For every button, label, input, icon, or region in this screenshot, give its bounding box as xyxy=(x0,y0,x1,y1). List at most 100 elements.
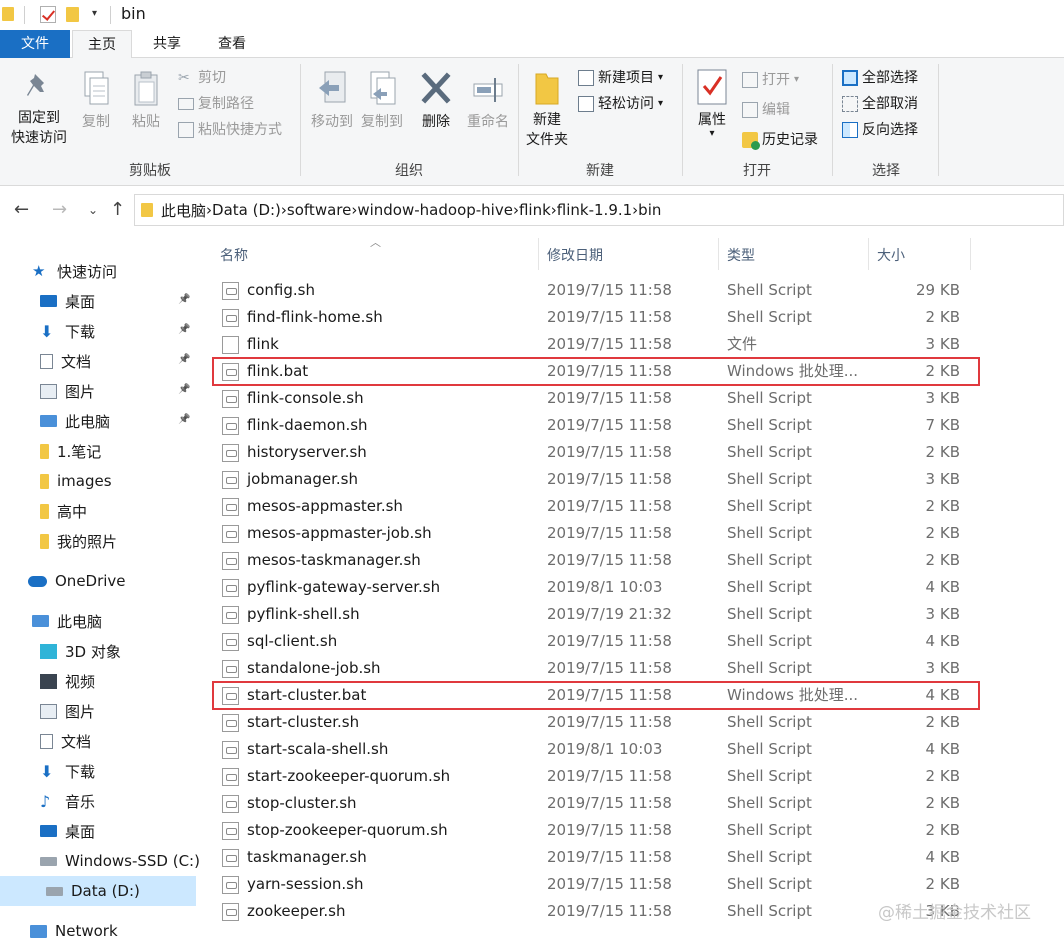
file-name-cell[interactable]: zookeeper.sh xyxy=(222,898,345,925)
file-name-cell[interactable]: mesos-taskmanager.sh xyxy=(222,547,421,574)
sidebar-item[interactable]: 图片 xyxy=(40,696,95,726)
file-row[interactable]: config.sh 2019/7/15 11:58 Shell Script 29 K… xyxy=(200,277,1064,304)
file-row[interactable]: pyflink-gateway-server.sh 2019/8/1 10:03 S… xyxy=(200,574,1064,601)
file-name-cell[interactable]: stop-cluster.sh xyxy=(222,790,357,817)
breadcrumb-item[interactable]: bin xyxy=(638,201,661,219)
recent-locations-chevron-icon[interactable]: ⌄ xyxy=(88,203,98,217)
sidebar-item[interactable]: OneDrive xyxy=(28,566,126,596)
sidebar-item[interactable]: ★ 快速访问 xyxy=(32,256,117,286)
file-name-cell[interactable]: config.sh xyxy=(222,277,315,304)
file-row[interactable]: flink-console.sh 2019/7/15 11:58 Shell Scr… xyxy=(200,385,1064,412)
properties-check-icon[interactable] xyxy=(40,6,56,23)
file-name-cell[interactable]: stop-zookeeper-quorum.sh xyxy=(222,817,448,844)
column-divider[interactable] xyxy=(538,238,539,270)
file-name-cell[interactable]: pyflink-gateway-server.sh xyxy=(222,574,440,601)
breadcrumb-item[interactable]: 此电脑 xyxy=(161,200,206,221)
file-name-cell[interactable]: sql-client.sh xyxy=(222,628,337,655)
paste-button[interactable]: 粘贴 xyxy=(126,70,166,132)
breadcrumb-item[interactable]: Data (D:) xyxy=(212,201,281,219)
file-row[interactable]: mesos-appmaster.sh 2019/7/15 11:58 Shell S… xyxy=(200,493,1064,520)
select-none-button[interactable]: 全部取消 xyxy=(842,94,918,114)
properties-button[interactable]: 属性 ▾ xyxy=(690,68,734,139)
column-divider[interactable] xyxy=(970,238,971,270)
tab-share[interactable]: 共享 xyxy=(138,30,196,58)
file-name-cell[interactable]: flink-console.sh xyxy=(222,385,364,412)
sidebar-item[interactable]: 此电脑 xyxy=(40,406,110,436)
sidebar-item[interactable]: 高中 xyxy=(40,496,87,526)
back-arrow-icon[interactable]: ← xyxy=(14,199,29,220)
sidebar-item[interactable]: Data (D:) xyxy=(0,876,196,906)
file-row[interactable]: find-flink-home.sh 2019/7/15 11:58 Shell S… xyxy=(200,304,1064,331)
file-row[interactable]: sql-client.sh 2019/7/15 11:58 Shell Script… xyxy=(200,628,1064,655)
file-row[interactable]: jobmanager.sh 2019/7/15 11:58 Shell Script… xyxy=(200,466,1064,493)
sidebar-item[interactable]: Windows-SSD (C:) xyxy=(40,846,200,876)
sidebar-item[interactable]: images xyxy=(40,466,112,496)
file-row[interactable]: pyflink-shell.sh 2019/7/19 21:32 Shell Scr… xyxy=(200,601,1064,628)
sidebar-item[interactable]: 桌面 xyxy=(40,816,95,846)
sidebar-item[interactable]: 图片 xyxy=(40,376,95,406)
column-header-date[interactable]: 修改日期 xyxy=(547,240,603,272)
file-name-cell[interactable]: start-cluster.sh xyxy=(222,709,359,736)
file-name-cell[interactable]: taskmanager.sh xyxy=(222,844,367,871)
file-row[interactable]: flink 2019/7/15 11:58 文件 3 KB xyxy=(200,331,1064,358)
sidebar-item[interactable]: ♪ 音乐 xyxy=(40,786,95,816)
file-name-cell[interactable]: yarn-session.sh xyxy=(222,871,364,898)
sidebar-item[interactable]: ⬇ 下载 xyxy=(40,316,95,346)
sidebar-item[interactable]: 1.笔记 xyxy=(40,436,101,466)
breadcrumb-item[interactable]: flink xyxy=(519,201,551,219)
column-header-size[interactable]: 大小 xyxy=(877,240,905,272)
copy-path-button[interactable]: 复制路径 xyxy=(178,94,254,114)
address-bar[interactable]: 此电脑 › Data (D:) › software › window-hadoop-hiv… xyxy=(134,194,1064,226)
tab-file[interactable]: 文件 xyxy=(0,30,70,58)
paste-shortcut-button[interactable]: 粘贴快捷方式 xyxy=(178,120,282,140)
sidebar-item[interactable]: 此电脑 xyxy=(32,606,102,636)
delete-button[interactable]: 删除 xyxy=(414,70,458,132)
sidebar-item[interactable]: 文档 xyxy=(40,726,91,756)
history-button[interactable]: 历史记录 xyxy=(742,130,818,150)
sidebar-item[interactable]: 我的照片 xyxy=(40,526,117,556)
file-name-cell[interactable]: mesos-appmaster.sh xyxy=(222,493,403,520)
sidebar-item[interactable]: 视频 xyxy=(40,666,95,696)
tab-view[interactable]: 查看 xyxy=(202,30,262,58)
tab-home[interactable]: 主页 xyxy=(72,30,132,59)
file-name-cell[interactable]: historyserver.sh xyxy=(222,439,367,466)
edit-button[interactable]: 编辑 xyxy=(742,100,790,120)
sidebar-item[interactable]: 桌面 xyxy=(40,286,95,316)
sidebar-item[interactable]: ⬇ 下载 xyxy=(40,756,95,786)
file-row[interactable]: stop-zookeeper-quorum.sh 2019/7/15 11:58 S… xyxy=(200,817,1064,844)
sidebar-item[interactable]: Network xyxy=(30,916,118,945)
sidebar-item[interactable]: 3D 对象 xyxy=(40,636,121,666)
new-folder-button[interactable]: 新建 文件夹 xyxy=(524,70,570,150)
file-name-cell[interactable]: pyflink-shell.sh xyxy=(222,601,360,628)
file-row[interactable]: start-cluster.sh 2019/7/15 11:58 Shell Scr… xyxy=(200,709,1064,736)
invert-selection-button[interactable]: 反向选择 xyxy=(842,120,918,140)
file-row[interactable]: historyserver.sh 2019/7/15 11:58 Shell Scr… xyxy=(200,439,1064,466)
breadcrumb-item[interactable]: software xyxy=(287,201,351,219)
copy-to-button[interactable]: 复制到 xyxy=(354,70,410,132)
column-header-type[interactable]: 类型 xyxy=(727,240,755,272)
file-name-cell[interactable]: flink-daemon.sh xyxy=(222,412,368,439)
rename-button[interactable]: 重命名 xyxy=(460,70,516,132)
open-button[interactable]: 打开 ▾ xyxy=(742,70,799,90)
file-name-cell[interactable]: standalone-job.sh xyxy=(222,655,381,682)
file-row[interactable]: taskmanager.sh 2019/7/15 11:58 Shell Scrip… xyxy=(200,844,1064,871)
file-row[interactable]: flink-daemon.sh 2019/7/15 11:58 Shell Scri… xyxy=(200,412,1064,439)
file-row[interactable]: stop-cluster.sh 2019/7/15 11:58 Shell Scri… xyxy=(200,790,1064,817)
column-divider[interactable] xyxy=(718,238,719,270)
breadcrumb-item[interactable]: window-hadoop-hive xyxy=(357,201,513,219)
pin-to-quick-access-button[interactable]: 固定到 快速访问 xyxy=(4,70,74,148)
easy-access-button[interactable]: 轻松访问 ▾ xyxy=(578,94,663,114)
column-header-name[interactable]: 名称 xyxy=(220,240,248,272)
file-name-cell[interactable]: mesos-appmaster-job.sh xyxy=(222,520,432,547)
file-row[interactable]: mesos-taskmanager.sh 2019/7/15 11:58 Shell… xyxy=(200,547,1064,574)
file-row[interactable]: start-scala-shell.sh 2019/8/1 10:03 Shell … xyxy=(200,736,1064,763)
file-row[interactable]: start-zookeeper-quorum.sh 2019/7/15 11:58… xyxy=(200,763,1064,790)
new-folder-icon[interactable] xyxy=(66,7,79,22)
customize-toolbar-dropdown-icon[interactable]: ▾ xyxy=(92,8,97,19)
file-name-cell[interactable]: find-flink-home.sh xyxy=(222,304,383,331)
file-name-cell[interactable]: flink xyxy=(222,331,279,358)
file-row[interactable]: standalone-job.sh 2019/7/15 11:58 Shell Sc… xyxy=(200,655,1064,682)
up-arrow-icon[interactable]: ↑ xyxy=(110,199,125,220)
select-all-button[interactable]: 全部选择 xyxy=(842,68,918,88)
new-item-button[interactable]: 新建项目 ▾ xyxy=(578,68,663,88)
